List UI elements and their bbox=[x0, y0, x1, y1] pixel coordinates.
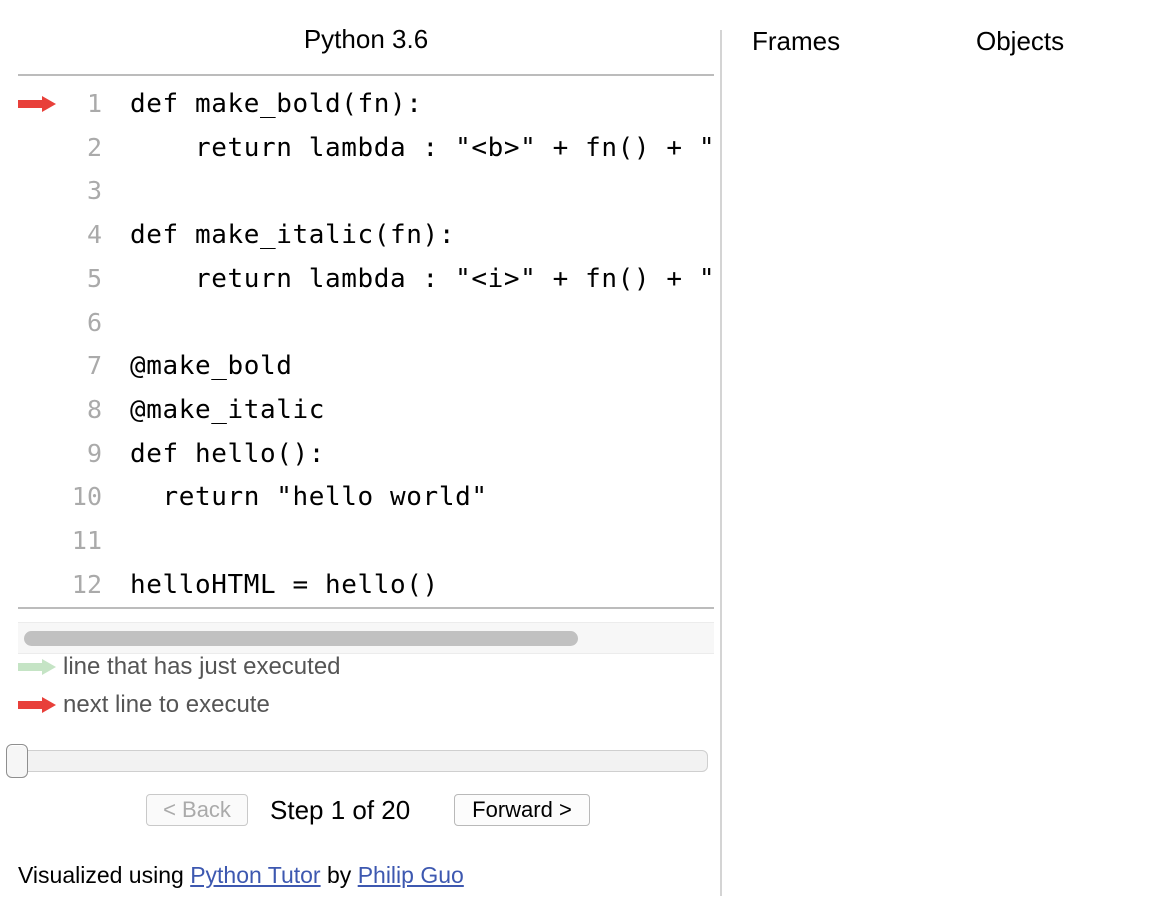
frames-header: Frames bbox=[752, 26, 841, 56]
code-text: return lambda : "<b>" + fn() + "</b>" bbox=[195, 132, 714, 163]
code-gutter bbox=[18, 519, 64, 563]
visualization-pane: Frames Objects bbox=[722, 0, 1150, 920]
code-gutter bbox=[18, 475, 64, 519]
back-button[interactable]: < Back bbox=[146, 794, 248, 826]
code-line: 1 def make_bold(fn): bbox=[18, 82, 714, 126]
code-gutter bbox=[18, 301, 64, 345]
code-gutter bbox=[18, 432, 64, 476]
code-text: def make_italic(fn): bbox=[130, 220, 456, 251]
legend-just-executed: line that has just executed bbox=[18, 651, 618, 683]
next-line-arrow-icon bbox=[18, 96, 56, 112]
code-line: 12 helloHTML = hello() bbox=[18, 563, 714, 606]
line-number: 2 bbox=[86, 132, 102, 162]
line-number: 6 bbox=[86, 307, 102, 337]
code-gutter bbox=[18, 563, 64, 606]
code-line: 7 @make_bold bbox=[18, 344, 714, 388]
code-line: 9 def hello(): bbox=[18, 432, 714, 476]
credit-prefix: Visualized using bbox=[18, 862, 184, 888]
code-text: def make_bold(fn): bbox=[130, 89, 423, 119]
code-line: 6 bbox=[18, 301, 714, 345]
forward-button[interactable]: Forward > bbox=[454, 794, 590, 826]
line-number: 5 bbox=[86, 263, 102, 293]
legend-next-to-execute: next line to execute bbox=[18, 689, 618, 721]
credit-line: Visualized using Python Tutor by Philip … bbox=[18, 862, 464, 889]
step-counter: Step 1 of 20 bbox=[270, 795, 411, 825]
green-arrow-icon bbox=[18, 659, 56, 675]
code-horizontal-scrollbar[interactable] bbox=[18, 622, 714, 654]
code-text: @make_italic bbox=[130, 394, 326, 425]
code-listing: 1 def make_bold(fn): 2 return lambda : "<b… bbox=[18, 82, 714, 606]
code-line: 8 @make_italic bbox=[18, 388, 714, 432]
code-text: def hello(): bbox=[130, 438, 326, 469]
code-text: return "hello world" bbox=[130, 482, 488, 513]
line-number: 1 bbox=[86, 89, 102, 118]
legend-just-executed-label: line that has just executed bbox=[63, 653, 341, 680]
code-gutter bbox=[18, 344, 64, 388]
code-line: 4 def make_italic(fn): bbox=[18, 213, 714, 257]
step-slider[interactable] bbox=[6, 750, 708, 772]
code-gutter bbox=[18, 82, 64, 126]
line-number: 9 bbox=[86, 438, 102, 468]
code-line: 10 return "hello world" bbox=[18, 475, 714, 519]
scrollbar-thumb[interactable] bbox=[24, 631, 578, 646]
line-number: 3 bbox=[86, 176, 102, 206]
code-gutter bbox=[18, 388, 64, 432]
code-line: 11 bbox=[18, 519, 714, 563]
red-arrow-icon bbox=[18, 697, 56, 713]
line-number: 11 bbox=[71, 526, 102, 555]
line-number: 4 bbox=[86, 220, 102, 250]
author-link[interactable]: Philip Guo bbox=[358, 862, 464, 888]
code-gutter bbox=[18, 169, 64, 213]
code-text: return lambda : "<i>" + fn() + "</i>" bbox=[195, 263, 714, 294]
code-gutter bbox=[18, 257, 64, 301]
code-line: 3 bbox=[18, 169, 714, 213]
code-line: 5 return lambda : "<i>" + fn() + "</i>" bbox=[18, 257, 714, 301]
credit-middle: by bbox=[327, 862, 352, 888]
code-line: 2 return lambda : "<b>" + fn() + "</b>" bbox=[18, 126, 714, 170]
code-gutter bbox=[18, 126, 64, 170]
code-pane: Python 3.6 1 def make_bold(fn): 2 return l… bbox=[0, 0, 720, 920]
line-number: 8 bbox=[86, 394, 102, 424]
step-slider-handle[interactable] bbox=[6, 744, 28, 778]
language-title: Python 3.6 bbox=[303, 24, 429, 54]
objects-header: Objects bbox=[976, 26, 1065, 56]
code-text: @make_bold bbox=[130, 351, 293, 382]
python-tutor-link[interactable]: Python Tutor bbox=[190, 862, 320, 888]
legend-next-to-execute-label: next line to execute bbox=[63, 691, 270, 718]
code-text: helloHTML = hello() bbox=[130, 569, 439, 600]
line-number: 10 bbox=[71, 482, 102, 512]
code-bottom-divider bbox=[18, 607, 714, 609]
code-top-divider bbox=[18, 74, 714, 76]
code-gutter bbox=[18, 213, 64, 257]
line-number: 12 bbox=[71, 569, 102, 599]
line-number: 7 bbox=[86, 351, 102, 381]
